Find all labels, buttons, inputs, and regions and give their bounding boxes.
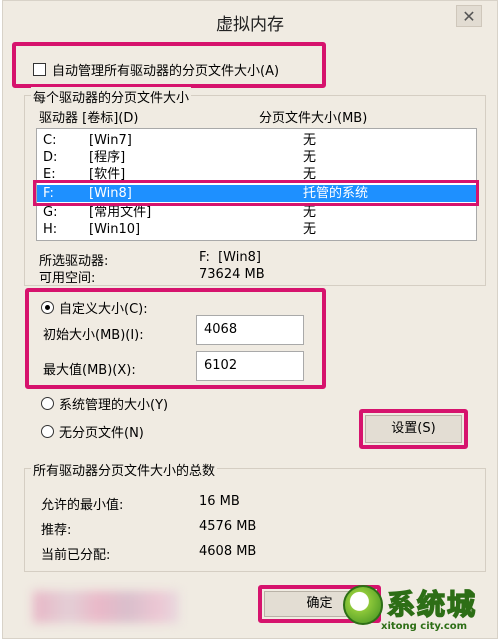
drive-paging-size: 无 bbox=[303, 150, 317, 165]
auto-manage-checkbox[interactable] bbox=[33, 63, 46, 76]
selected-drive-value: F: [Win8] bbox=[199, 250, 261, 265]
blurred-region bbox=[33, 591, 179, 623]
drive-row-c[interactable]: C: [Win7] 无 bbox=[37, 132, 476, 149]
no-paging-radio[interactable] bbox=[41, 425, 54, 438]
per-drive-group-label: 每个驱动器的分页文件大小 bbox=[31, 87, 192, 106]
no-paging-radio-row[interactable]: 无分页文件(N) bbox=[41, 422, 144, 441]
drive-letter: G: bbox=[43, 205, 58, 220]
totals-group-label: 所有驱动器分页文件大小的总数 bbox=[31, 460, 218, 479]
size-column-header: 分页文件大小(MB) bbox=[259, 111, 368, 126]
drive-label: [Win7] bbox=[89, 133, 132, 148]
drive-paging-size: 无 bbox=[303, 205, 317, 220]
drive-row-h[interactable]: H: [Win10] 无 bbox=[37, 221, 476, 238]
system-managed-radio-row[interactable]: 系统管理的大小(Y) bbox=[41, 394, 168, 413]
title-bar: 虚拟内存 ✕ bbox=[3, 1, 497, 39]
set-button[interactable]: 设置(S) bbox=[365, 415, 462, 443]
drive-row-d[interactable]: D: [程序] 无 bbox=[37, 149, 476, 166]
drive-label: [常用文件] bbox=[89, 205, 152, 220]
free-space-label: 可用空间: bbox=[39, 271, 96, 286]
recommended-label: 推荐: bbox=[41, 523, 72, 538]
virtual-memory-dialog: 虚拟内存 ✕ 自动管理所有驱动器的分页文件大小(A) 每个驱动器的分页文件大小 … bbox=[2, 0, 498, 639]
close-icon: ✕ bbox=[462, 6, 476, 26]
custom-size-radio-row[interactable]: 自定义大小(C): bbox=[41, 298, 148, 317]
drive-label: [程序] bbox=[89, 150, 126, 165]
recommended-value: 4576 MB bbox=[199, 519, 257, 534]
drive-label: [Win10] bbox=[89, 222, 141, 237]
selected-drive-highlight bbox=[33, 180, 479, 206]
watermark-text: 系统城 bbox=[386, 587, 478, 622]
allocated-value: 4608 MB bbox=[199, 544, 257, 559]
drive-letter: C: bbox=[43, 133, 57, 148]
max-size-input[interactable]: 6102 bbox=[196, 351, 304, 381]
close-button[interactable]: ✕ bbox=[456, 5, 482, 27]
system-managed-radio[interactable] bbox=[41, 397, 54, 410]
watermark-logo: 系统城 xitong city.com bbox=[343, 581, 493, 637]
watermark-url: xitong city.com bbox=[381, 621, 468, 632]
auto-manage-label: 自动管理所有驱动器的分页文件大小(A) bbox=[52, 64, 280, 79]
min-allowed-value: 16 MB bbox=[199, 494, 240, 509]
min-allowed-label: 允许的最小值: bbox=[41, 498, 124, 513]
drive-letter: D: bbox=[43, 150, 58, 165]
system-managed-label: 系统管理的大小(Y) bbox=[59, 398, 169, 413]
initial-size-label: 初始大小(MB)(I): bbox=[43, 328, 144, 343]
allocated-label: 当前已分配: bbox=[41, 548, 111, 563]
initial-size-input[interactable]: 4068 bbox=[196, 315, 304, 345]
max-size-label: 最大值(MB)(X): bbox=[43, 363, 136, 378]
dialog-title: 虚拟内存 bbox=[216, 15, 284, 35]
logo-circle-icon bbox=[343, 585, 383, 625]
free-space-value: 73624 MB bbox=[199, 267, 265, 282]
custom-size-radio[interactable] bbox=[41, 301, 54, 314]
drive-paging-size: 无 bbox=[303, 133, 317, 148]
drive-paging-size: 无 bbox=[303, 222, 317, 237]
auto-manage-checkbox-row[interactable]: 自动管理所有驱动器的分页文件大小(A) bbox=[33, 60, 279, 79]
drive-column-header: 驱动器 [卷标](D) bbox=[39, 111, 139, 126]
drive-letter: H: bbox=[43, 222, 58, 237]
custom-size-label: 自定义大小(C): bbox=[59, 302, 148, 317]
no-paging-label: 无分页文件(N) bbox=[59, 426, 144, 441]
drive-row-g[interactable]: G: [常用文件] 无 bbox=[37, 204, 476, 221]
